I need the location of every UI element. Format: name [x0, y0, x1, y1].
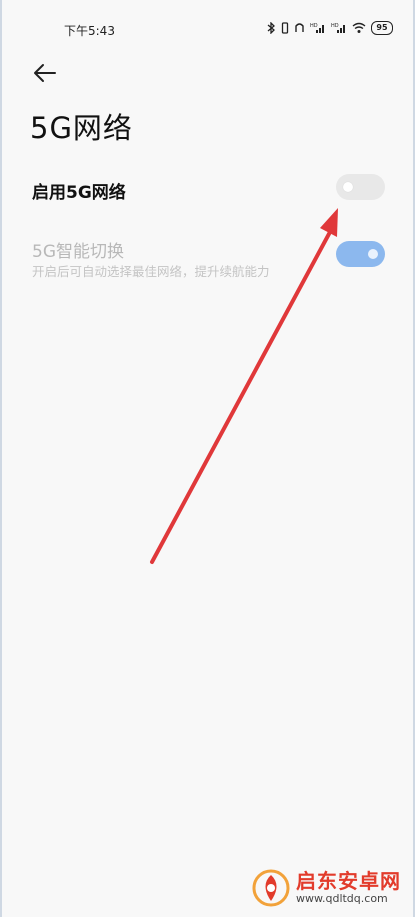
back-button[interactable]: [30, 58, 60, 88]
smart-switch-row: 5G智能切换 开启后可自动选择最佳网络，提升续航能力: [0, 232, 415, 282]
watermark: 启东安卓网 www.qdltdq.com: [252, 869, 401, 907]
hd-label-2: HD: [331, 23, 339, 29]
enable-5g-label: 启用5G网络: [32, 183, 126, 203]
watermark-logo-icon: [252, 869, 290, 907]
watermark-url: www.qdltdq.com: [296, 892, 388, 906]
enable-5g-row[interactable]: 启用5G网络: [0, 168, 415, 208]
hd-label-1: HD: [310, 23, 318, 29]
smart-switch-description: 开启后可自动选择最佳网络，提升续航能力: [32, 264, 270, 279]
smart-switch-label: 5G智能切换: [32, 242, 124, 262]
vibrate-icon: [281, 22, 289, 34]
wifi-icon: [352, 22, 366, 34]
toggle-knob: [343, 182, 353, 192]
smart-switch-toggle: [336, 241, 385, 267]
signal-icon-2: HD: [331, 22, 347, 34]
nfc-icon: [294, 22, 305, 34]
toggle-knob: [368, 249, 378, 259]
signal-icon-1: HD: [310, 22, 326, 34]
left-frame-line: [0, 0, 2, 917]
page-title: 5G网络: [30, 111, 133, 145]
battery-icon: 95: [371, 21, 393, 35]
watermark-title: 启东安卓网: [296, 869, 401, 894]
bluetooth-icon: [267, 22, 276, 34]
status-icons: HD HD 95: [267, 21, 393, 35]
status-bar: 下午5:43 HD HD 95: [0, 0, 415, 62]
arrow-left-icon: [34, 64, 56, 82]
enable-5g-toggle[interactable]: [336, 174, 385, 200]
status-time: 下午5:43: [64, 24, 115, 38]
